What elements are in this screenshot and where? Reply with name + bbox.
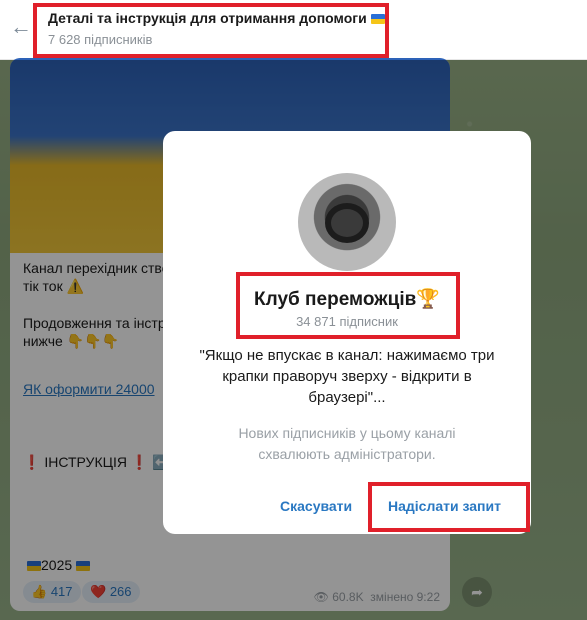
- back-arrow-icon[interactable]: ←: [10, 16, 32, 38]
- club-subscriber-count: 34 871 підписник: [296, 314, 398, 329]
- channel-subscriber-count: 7 628 підписників: [48, 32, 153, 47]
- chat-header: ← Деталі та інструкція для отримання доп…: [0, 0, 587, 60]
- channel-description: "Якщо не впускає в канал: нажимаємо три …: [199, 347, 495, 406]
- steering-wheel-icon: [325, 203, 369, 243]
- cancel-button[interactable]: Скасувати: [280, 498, 352, 514]
- approval-note: Нових підписників у цьому каналі схвалюю…: [238, 425, 456, 462]
- trophy-icon: 🏆: [416, 289, 440, 310]
- ukraine-flag-icon: [370, 14, 385, 24]
- club-name: Клуб переможців🏆: [254, 289, 440, 310]
- send-request-button[interactable]: Надіслати запит: [388, 498, 501, 514]
- channel-avatar: [298, 173, 396, 271]
- channel-title[interactable]: Деталі та інструкція для отримання допом…: [48, 10, 385, 26]
- join-request-dialog: Клуб переможців🏆 34 871 підписник "Якщо …: [163, 131, 531, 534]
